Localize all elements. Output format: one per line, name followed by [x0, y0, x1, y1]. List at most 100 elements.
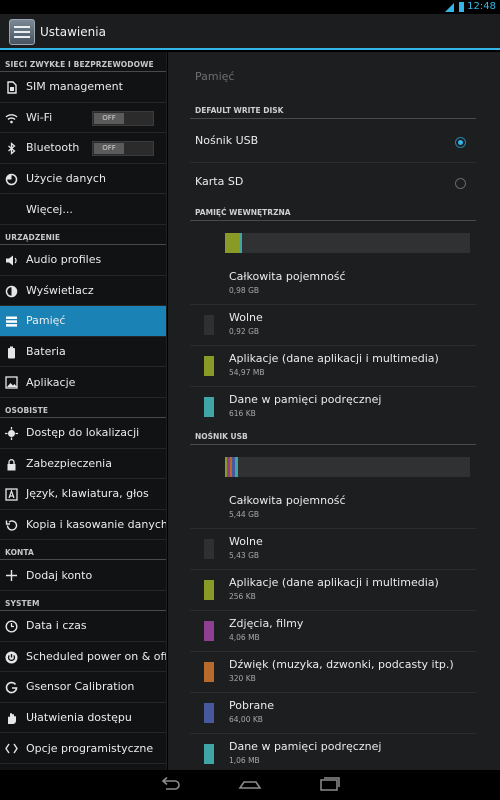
- power-icon: [5, 651, 18, 663]
- storage-row[interactable]: Zdjęcia, filmy 4,06 MB: [195, 611, 475, 651]
- section-header-default-write-disk: DEFAULT WRITE DISK: [195, 106, 284, 115]
- back-icon[interactable]: [158, 776, 182, 794]
- action-bar: Ustawienia: [0, 14, 500, 50]
- location-icon: [5, 426, 18, 440]
- radio-sd[interactable]: [455, 178, 466, 189]
- page-title: Pamięć: [195, 70, 235, 83]
- sidebar-item-battery[interactable]: Bateria: [0, 337, 166, 368]
- storage-row[interactable]: Dane w pamięci podręcznej 616 KB: [195, 387, 475, 427]
- color-swatch: [204, 621, 214, 641]
- sidebar-item-location[interactable]: Dostęp do lokalizacji: [0, 418, 166, 449]
- storage-row[interactable]: Wolne 5,43 GB: [195, 529, 475, 569]
- storage-row-value: 54,97 MB: [229, 368, 265, 377]
- audio-profiles-icon: [6, 255, 17, 266]
- storage-row-label: Całkowita pojemność: [229, 270, 346, 283]
- home-icon[interactable]: [238, 776, 262, 794]
- storage-row[interactable]: Aplikacje (dane aplikacji i multimedia) 5…: [195, 346, 475, 386]
- color-swatch: [204, 580, 214, 600]
- sidebar-item-date-time[interactable]: Data i czas: [0, 611, 166, 642]
- sidebar-item-developer-options[interactable]: Opcje programistyczne: [0, 733, 166, 764]
- storage-detail-pane: Pamięć DEFAULT WRITE DISK Nośnik USB Kar…: [168, 52, 500, 770]
- divider: [190, 220, 476, 221]
- storage-row[interactable]: Wolne 0,92 GB: [195, 305, 475, 345]
- sidebar-item-wifi[interactable]: Wi-Fi OFF: [0, 103, 166, 134]
- display-icon: [5, 285, 18, 297]
- sidebar-item-storage[interactable]: Pamięć: [0, 306, 166, 337]
- storage-row[interactable]: Dane w pamięci podręcznej 1,06 MB: [195, 734, 475, 770]
- write-disk-option-sd[interactable]: Karta SD: [195, 175, 475, 195]
- storage-row-value: 0,98 GB: [229, 286, 260, 295]
- signal-icon: [445, 3, 454, 12]
- section-header-system: SYSTEM: [0, 591, 166, 611]
- bluetooth-icon: [8, 142, 16, 156]
- usage-segment: [239, 233, 242, 253]
- storage-icon: [6, 316, 17, 327]
- internal-storage-usage-bar: [225, 233, 470, 253]
- storage-row[interactable]: Całkowita pojemność 5,44 GB: [195, 488, 475, 528]
- color-swatch: [204, 397, 214, 417]
- sidebar-item-security[interactable]: Zabezpieczenia: [0, 449, 166, 480]
- sidebar-item-more[interactable]: Więcej...: [0, 194, 166, 225]
- color-swatch: [204, 662, 214, 682]
- clock-icon: [5, 620, 18, 633]
- storage-row-value: 0,92 GB: [229, 327, 260, 336]
- wifi-icon: [5, 113, 18, 123]
- storage-row-value: 256 KB: [229, 592, 256, 601]
- data-usage-icon: [5, 173, 18, 186]
- sidebar-item-language[interactable]: Język, klawiatura, głos: [0, 479, 166, 510]
- storage-row-label: Wolne: [229, 311, 263, 324]
- app-title: Ustawienia: [40, 25, 106, 39]
- section-header-personal: OSOBISTE: [0, 398, 166, 418]
- recent-apps-icon[interactable]: [318, 776, 342, 794]
- battery-status-icon: [459, 2, 464, 12]
- color-swatch: [204, 539, 214, 559]
- sidebar-item-scheduled-power[interactable]: Scheduled power on & off: [0, 642, 166, 673]
- divider: [190, 444, 476, 445]
- sidebar-item-gsensor[interactable]: Gsensor Calibration: [0, 672, 166, 703]
- sidebar-item-add-account[interactable]: Dodaj konto: [0, 560, 166, 591]
- sidebar-item-sim-management[interactable]: SIM management: [0, 72, 166, 103]
- storage-row-label: Aplikacje (dane aplikacji i multimedia): [229, 576, 439, 589]
- sidebar-item-apps[interactable]: Aplikacje: [0, 367, 166, 398]
- status-bar: 12:48: [0, 0, 500, 14]
- storage-row[interactable]: Aplikacje (dane aplikacji i multimedia) 2…: [195, 570, 475, 610]
- sidebar-item-audio-profiles[interactable]: Audio profiles: [0, 245, 166, 276]
- section-header-device: URZĄDZENIE: [0, 225, 166, 245]
- developer-icon: [5, 743, 18, 754]
- language-icon: [5, 488, 18, 501]
- sidebar-item-data-usage[interactable]: Użycie danych: [0, 164, 166, 195]
- wifi-toggle[interactable]: OFF: [92, 110, 154, 126]
- color-swatch: [204, 356, 214, 376]
- section-header-accounts: KONTA: [0, 540, 166, 561]
- storage-row-label: Wolne: [229, 535, 263, 548]
- radio-usb-selected[interactable]: [455, 137, 466, 148]
- gsensor-icon: [5, 681, 18, 694]
- settings-sidebar: SIECI ZWYKŁE I BEZPRZEWODOWE SIM managem…: [0, 52, 167, 770]
- storage-row-value: 616 KB: [229, 409, 256, 418]
- storage-row-label: Dane w pamięci podręcznej: [229, 740, 382, 753]
- storage-row-value: 1,06 MB: [229, 756, 260, 765]
- storage-row-value: 5,44 GB: [229, 510, 260, 519]
- storage-row-label: Zdjęcia, filmy: [229, 617, 304, 630]
- storage-row-value: 64,00 KB: [229, 715, 263, 724]
- storage-row-value: 4,06 MB: [229, 633, 260, 642]
- settings-app-icon[interactable]: [9, 19, 35, 45]
- storage-row[interactable]: Pobrane 64,00 KB: [195, 693, 475, 733]
- clock: 12:48: [467, 1, 496, 12]
- sidebar-item-accessibility[interactable]: Ułatwienia dostępu: [0, 703, 166, 734]
- backup-icon: [5, 519, 18, 531]
- sidebar-item-backup-reset[interactable]: Kopia i kasowanie danych: [0, 510, 166, 541]
- bluetooth-toggle[interactable]: OFF: [92, 141, 154, 157]
- sidebar-item-bluetooth[interactable]: Bluetooth OFF: [0, 133, 166, 164]
- system-nav-bar: [0, 770, 500, 800]
- storage-row-label: Całkowita pojemność: [229, 494, 346, 507]
- accessibility-icon: [8, 712, 16, 724]
- storage-row[interactable]: Całkowita pojemność 0,98 GB: [195, 264, 475, 304]
- divider: [190, 118, 476, 119]
- storage-row[interactable]: Dźwięk (muzyka, dzwonki, podcasty itp.) 3…: [195, 652, 475, 692]
- section-header-internal-storage: PAMIĘĆ WEWNĘTRZNA: [195, 208, 291, 217]
- section-header-networks: SIECI ZWYKŁE I BEZPRZEWODOWE: [0, 52, 166, 72]
- storage-row-value: 5,43 GB: [229, 551, 260, 560]
- write-disk-option-usb[interactable]: Nośnik USB: [195, 134, 475, 154]
- sidebar-item-display[interactable]: Wyświetlacz: [0, 276, 166, 307]
